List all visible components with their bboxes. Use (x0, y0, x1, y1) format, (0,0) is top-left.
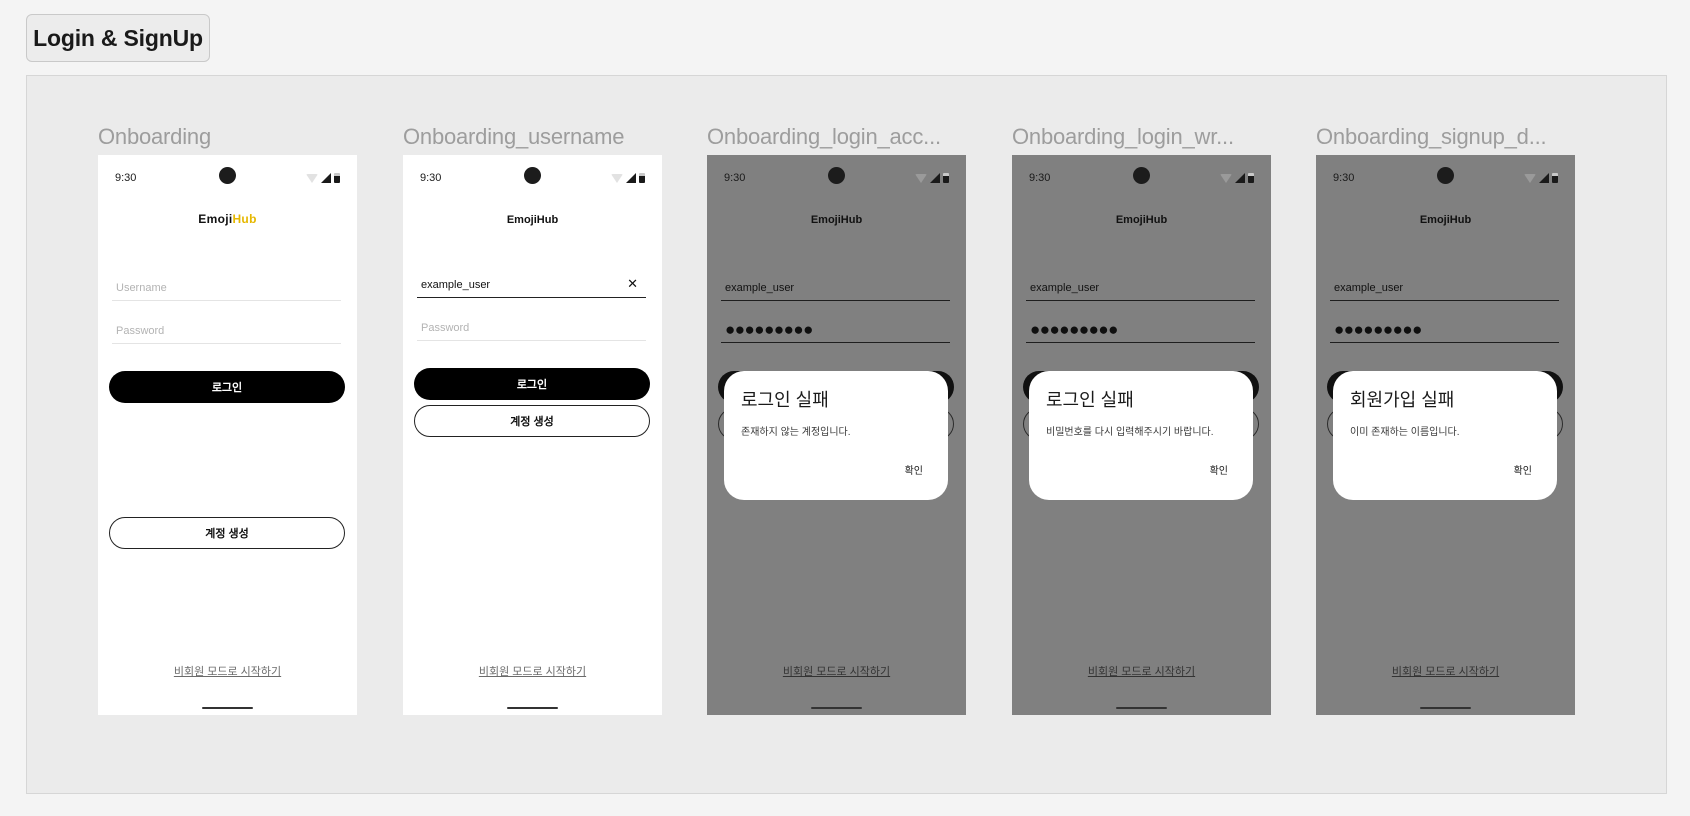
guest-mode-link[interactable]: 비회원 모드로 시작하기 (98, 663, 357, 679)
status-icons (1220, 173, 1254, 183)
logo-accent: Hub (232, 212, 257, 226)
clear-icon[interactable]: ✕ (627, 276, 638, 292)
dialog-title: 로그인 실패 (741, 390, 829, 410)
guest-mode-link[interactable]: 비회원 모드로 시작하기 (707, 663, 966, 679)
camera-cutout (1437, 167, 1454, 184)
dialog-title: 회원가입 실패 (1350, 390, 1455, 410)
password-field[interactable]: ●●●●●●●●● (721, 317, 950, 343)
battery-icon (943, 173, 949, 183)
login-button[interactable]: 로그인 (109, 371, 345, 403)
battery-icon (1552, 173, 1558, 183)
username-field[interactable]: Username (112, 275, 341, 301)
dialog-ok-button[interactable]: 확인 (905, 462, 923, 477)
status-time: 9:30 (1029, 172, 1051, 184)
status-icons (306, 173, 340, 183)
frame-title-signup-duplicate[interactable]: Onboarding_signup_d... (1316, 124, 1547, 150)
screen-signup-duplicate: 9:30 EmojiHub example_user ●●●●●●●●● 비회원… (1316, 155, 1575, 715)
wifi-icon (1524, 173, 1536, 183)
signal-icon (626, 173, 636, 183)
home-indicator[interactable] (1116, 707, 1167, 709)
camera-cutout (1133, 167, 1150, 184)
signal-icon (1539, 173, 1549, 183)
frame-title-login-wrong[interactable]: Onboarding_login_wr... (1012, 124, 1234, 150)
camera-cutout (828, 167, 845, 184)
app-logo: EmojiHub (810, 214, 863, 226)
guest-mode-link[interactable]: 비회원 모드로 시작하기 (1316, 663, 1575, 679)
username-value: example_user (421, 278, 491, 291)
error-dialog: 로그인 실패 비밀번호를 다시 입력해주시기 바랍니다. 확인 (1029, 371, 1253, 500)
app-logo: EmojiHub (1115, 214, 1168, 226)
wifi-icon (306, 173, 318, 183)
frame-title-onboarding-username[interactable]: Onboarding_username (403, 124, 624, 150)
guest-mode-link[interactable]: 비회원 모드로 시작하기 (403, 663, 662, 679)
screen-login-wrong-password: 9:30 EmojiHub example_user ●●●●●●●●● 비회원… (1012, 155, 1271, 715)
username-field[interactable]: example_user (1330, 275, 1559, 301)
camera-cutout (219, 167, 236, 184)
home-indicator[interactable] (1420, 707, 1471, 709)
username-field[interactable]: example_user (721, 275, 950, 301)
status-time: 9:30 (420, 172, 442, 184)
battery-icon (1248, 173, 1254, 183)
battery-icon (639, 173, 645, 183)
app-logo: EmojiHub (98, 212, 357, 226)
status-time: 9:30 (115, 172, 137, 184)
signup-button[interactable]: 계정 생성 (109, 517, 345, 549)
home-indicator[interactable] (811, 707, 862, 709)
camera-cutout (524, 167, 541, 184)
password-field[interactable]: ●●●●●●●●● (1026, 317, 1255, 343)
status-time: 9:30 (1333, 172, 1355, 184)
app-logo: EmojiHub (1419, 214, 1472, 226)
battery-icon (334, 173, 340, 183)
frame-title-onboarding[interactable]: Onboarding (98, 124, 211, 150)
status-icons (915, 173, 949, 183)
wifi-icon (1220, 173, 1232, 183)
screen-onboarding-username: 9:30 EmojiHub example_user ✕ Password 로그… (403, 155, 662, 715)
dialog-ok-button[interactable]: 확인 (1210, 462, 1228, 477)
guest-mode-link[interactable]: 비회원 모드로 시작하기 (1012, 663, 1271, 679)
signal-icon (1235, 173, 1245, 183)
status-icons (1524, 173, 1558, 183)
logo-main: Emoji (198, 212, 233, 226)
error-dialog: 로그인 실패 존재하지 않는 계정입니다. 확인 (724, 371, 948, 500)
login-button[interactable]: 로그인 (414, 368, 650, 400)
password-field[interactable]: ●●●●●●●●● (1330, 317, 1559, 343)
signup-button[interactable]: 계정 생성 (414, 405, 650, 437)
signal-icon (321, 173, 331, 183)
dialog-message: 존재하지 않는 계정입니다. (741, 427, 851, 438)
screen-login-account-error: 9:30 EmojiHub example_user ●●●●●●●●● 비회원… (707, 155, 966, 715)
wifi-icon (611, 173, 623, 183)
signal-icon (930, 173, 940, 183)
frame-title-login-account[interactable]: Onboarding_login_acc... (707, 124, 941, 150)
app-logo: EmojiHub (506, 214, 559, 226)
dialog-message: 비밀번호를 다시 입력해주시기 바랍니다. (1046, 427, 1214, 438)
screen-onboarding: 9:30 EmojiHub Username Password 로그인 계정 생… (98, 155, 357, 715)
dialog-title: 로그인 실패 (1046, 390, 1134, 410)
home-indicator[interactable] (202, 707, 253, 709)
username-field[interactable]: example_user ✕ (417, 272, 646, 298)
password-field[interactable]: Password (417, 315, 646, 341)
wifi-icon (915, 173, 927, 183)
dialog-message: 이미 존재하는 이름입니다. (1350, 427, 1460, 438)
home-indicator[interactable] (507, 707, 558, 709)
error-dialog: 회원가입 실패 이미 존재하는 이름입니다. 확인 (1333, 371, 1557, 500)
status-icons (611, 173, 645, 183)
section-title[interactable]: Login & SignUp (26, 14, 210, 62)
password-field[interactable]: Password (112, 318, 341, 344)
dialog-ok-button[interactable]: 확인 (1514, 462, 1532, 477)
username-field[interactable]: example_user (1026, 275, 1255, 301)
status-time: 9:30 (724, 172, 746, 184)
